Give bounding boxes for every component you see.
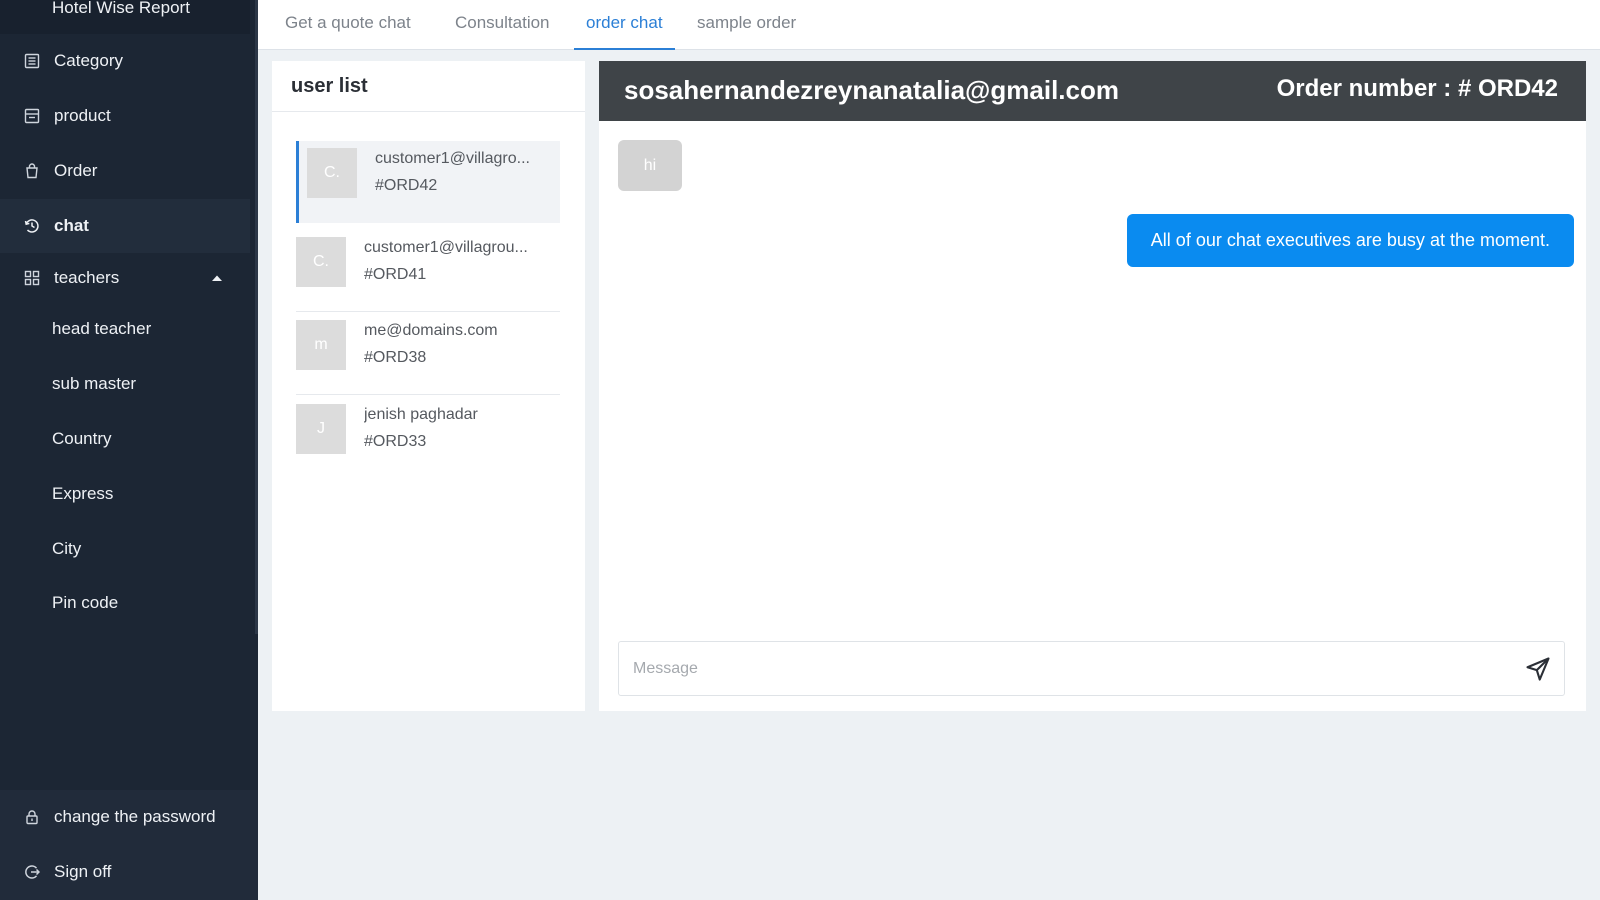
sidebar-item-label: Category — [54, 51, 123, 70]
bag-icon — [22, 161, 42, 181]
sidebar-item-chat[interactable]: chat — [0, 199, 250, 253]
sidebar-item-label: City — [52, 539, 82, 558]
sidebar-item-hotel-wise-report[interactable]: Hotel Wise Report — [0, 0, 250, 34]
sidebar-subitem-head-teacher[interactable]: head teacher — [0, 302, 250, 356]
user-order-number: #ORD42 — [375, 177, 438, 194]
sidebar-subitem-express[interactable]: Express — [0, 467, 250, 521]
chat-header: sosahernandezreynanatalia@gmail.com Orde… — [599, 61, 1586, 121]
chat-order-number: Order number : # ORD42 — [1276, 75, 1558, 102]
user-email: customer1@villagro... — [375, 150, 530, 167]
outgoing-message: All of our chat executives are busy at t… — [1126, 214, 1574, 267]
chat-type-tabs: Get a quote chat Consultation order chat… — [258, 0, 1600, 50]
list-item[interactable]: C. customer1@villagro... #ORD42 — [296, 141, 560, 223]
chat-panel: sosahernandezreynanatalia@gmail.com Orde… — [599, 61, 1586, 711]
user-email: jenish paghadar — [364, 406, 478, 423]
tab-label: sample order — [697, 13, 797, 32]
sidebar-item-label: change the password — [54, 807, 216, 826]
chat-user-email: sosahernandezreynanatalia@gmail.com — [624, 75, 1119, 105]
sidebar-item-category[interactable]: Category — [0, 34, 250, 88]
avatar: m — [296, 320, 346, 370]
avatar: C. — [296, 237, 346, 287]
list-icon — [22, 51, 42, 71]
message-composer — [618, 641, 1565, 696]
tab-label: Consultation — [455, 13, 550, 32]
sidebar-item-product[interactable]: product — [0, 89, 250, 143]
user-list-panel: user list C. customer1@villagro... #ORD4… — [272, 61, 585, 711]
tab-consultation[interactable]: Consultation — [455, 13, 550, 50]
sidebar-item-label: sub master — [52, 374, 137, 393]
list-item[interactable]: C. customer1@villagrou... #ORD41 — [296, 230, 560, 312]
chevron-up-icon[interactable] — [210, 270, 224, 284]
tab-label: Get a quote chat — [285, 13, 411, 32]
user-order-number: #ORD38 — [364, 349, 427, 366]
sidebar-item-label: Hotel Wise Report — [52, 0, 190, 17]
clock-icon — [22, 216, 42, 236]
sidebar-subitem-sub-master[interactable]: sub master — [0, 357, 250, 411]
user-email: customer1@villagrou... — [364, 239, 528, 256]
sidebar-item-change-password[interactable]: change the password — [0, 790, 250, 844]
user-order-number: #ORD33 — [364, 433, 427, 450]
sidebar-item-sign-off[interactable]: Sign off — [0, 845, 250, 899]
sidebar-subitem-country[interactable]: Country — [0, 412, 250, 466]
divider — [296, 394, 560, 395]
sidebar-item-label: chat — [54, 216, 89, 235]
avatar: C. — [307, 148, 357, 198]
tab-get-a-quote-chat[interactable]: Get a quote chat — [285, 13, 411, 50]
sidebar-item-label: teachers — [54, 268, 120, 287]
sidebar-subitem-pin-code[interactable]: Pin code — [0, 576, 250, 630]
sidebar-item-teachers[interactable]: teachers — [0, 251, 250, 305]
incoming-message: hi — [618, 140, 682, 191]
sidebar-item-label: Express — [52, 484, 114, 503]
sidebar-item-order[interactable]: Order — [0, 144, 250, 198]
lock-icon — [22, 807, 42, 827]
list-item[interactable]: m me@domains.com #ORD38 — [296, 313, 560, 395]
box-icon — [22, 106, 42, 126]
sidebar-subitem-city[interactable]: City — [0, 522, 250, 576]
avatar: J — [296, 404, 346, 454]
grid-icon — [22, 268, 42, 288]
logout-icon — [22, 862, 42, 882]
sidebar-scrollbar[interactable] — [255, 0, 258, 634]
sidebar-item-label: Pin code — [52, 593, 119, 612]
tab-label: order chat — [586, 13, 663, 32]
sidebar-item-label: Sign off — [54, 862, 112, 881]
send-icon[interactable] — [1524, 655, 1552, 683]
divider — [296, 311, 560, 312]
user-order-number: #ORD41 — [364, 266, 427, 283]
list-item[interactable]: J jenish paghadar #ORD33 — [296, 397, 560, 479]
message-input[interactable] — [619, 642, 1499, 695]
sidebar-item-label: Order — [54, 161, 98, 180]
sidebar-item-label: Country — [52, 429, 112, 448]
sidebar: Hotel Wise Report Category product Order… — [0, 0, 258, 900]
user-list-title: user list — [272, 61, 585, 112]
sidebar-item-label: head teacher — [52, 319, 152, 338]
sidebar-item-label: product — [54, 106, 111, 125]
tab-sample-order[interactable]: sample order — [697, 13, 796, 50]
user-email: me@domains.com — [364, 322, 498, 339]
tab-order-chat[interactable]: order chat — [574, 13, 675, 50]
